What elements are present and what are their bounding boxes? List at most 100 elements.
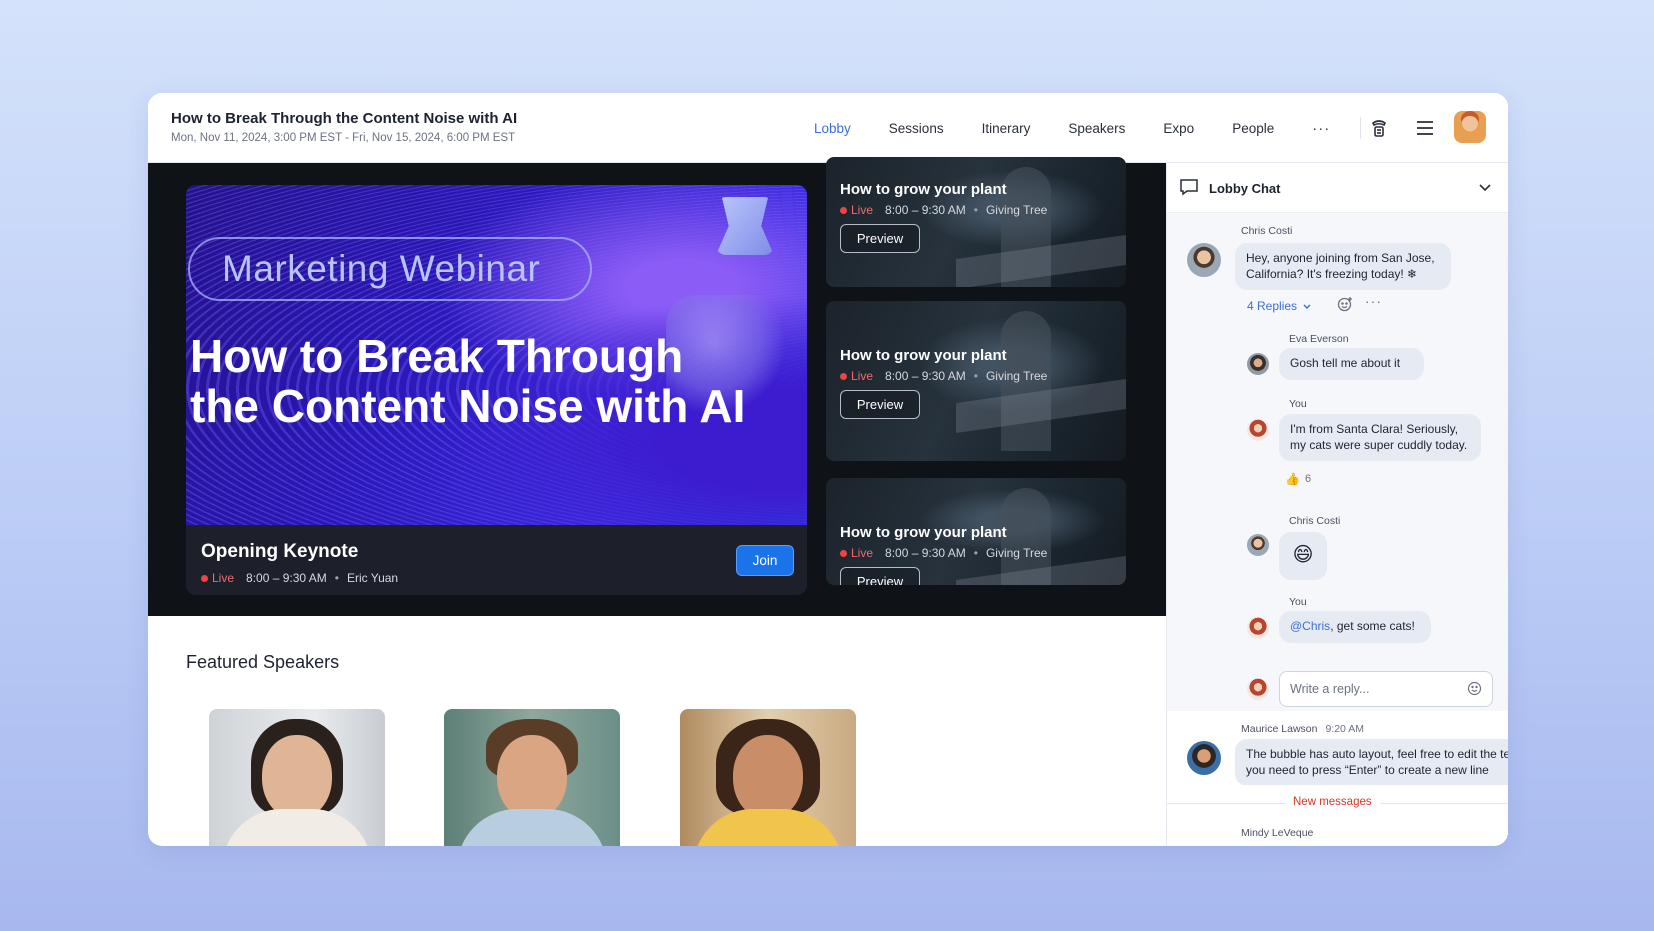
message-time: 9:20 AM [1325,723,1364,735]
session-title: How to grow your plant [840,181,1007,198]
nav-more-icon[interactable]: ··· [1312,120,1330,137]
preview-button[interactable]: Preview [840,390,920,419]
keynote-time: 8:00 – 9:30 AM [246,571,327,585]
author-name: Maurice Lawson [1241,723,1318,735]
message-author: Chris Costi [1289,515,1341,527]
live-indicator-icon [201,574,208,582]
new-messages-label[interactable]: New messages [1285,796,1380,808]
speaker-card[interactable] [444,709,620,846]
handset-icon[interactable] [1368,117,1390,139]
session-card[interactable]: How to grow your plant Live 8:00 – 9:30 … [826,157,1126,287]
message-author: Mindy LeVeque [1241,827,1314,839]
mention-link[interactable]: @Chris [1290,619,1330,633]
menu-icon[interactable] [1414,117,1436,139]
live-indicator-icon [840,206,847,214]
nav-people[interactable]: People [1232,121,1274,136]
lobby-chat-panel: Lobby Chat Chris Costi Hey, anyone joini… [1166,163,1508,846]
join-button[interactable]: Join [736,545,794,576]
chat-title: Lobby Chat [1209,181,1281,196]
preview-button[interactable]: Preview [840,567,920,585]
chevron-down-icon [1303,304,1311,309]
featured-speakers-title: Featured Speakers [186,652,340,672]
separator-dot: • [973,546,978,560]
session-time: 8:00 – 9:30 AM [885,369,966,383]
message-author: Eva Everson [1289,333,1349,345]
avatar[interactable] [1187,741,1221,775]
nav-expo[interactable]: Expo [1163,121,1194,136]
user-avatar[interactable] [1454,111,1486,143]
keynote-banner: Marketing Webinar How to Break Through t… [186,185,807,525]
main-nav: Lobby Sessions Itinerary Speakers Expo P… [814,93,1385,163]
session-card[interactable]: How to grow your plant Live 8:00 – 9:30 … [826,301,1126,461]
avatar[interactable] [1187,243,1221,277]
message-author: Maurice Lawson 9:20 AM [1241,723,1364,735]
nav-lobby[interactable]: Lobby [814,121,851,136]
chat-header: Lobby Chat [1167,163,1508,213]
session-meta: Live 8:00 – 9:30 AM • Giving Tree [840,203,1047,217]
avatar[interactable] [1247,419,1269,441]
message-author: You [1289,596,1307,608]
replies-label: 4 Replies [1247,299,1298,313]
hero-section: Marketing Webinar How to Break Through t… [148,157,1166,616]
live-label: Live [851,369,874,383]
banner-star-shape [716,197,774,255]
message-text: , get some cats! [1330,619,1415,633]
avatar[interactable] [1247,353,1269,375]
keynote-meta: Live 8:00 – 9:30 AM • Eric Yuan [201,571,398,585]
avatar[interactable] [1247,617,1269,639]
chevron-down-icon[interactable] [1477,179,1493,200]
reply-input[interactable] [1279,671,1493,707]
message-author: You [1289,398,1307,410]
avatar [1247,678,1269,700]
add-reaction-icon[interactable] [1337,296,1353,317]
session-meta: Live 8:00 – 9:30 AM • Giving Tree [840,546,1047,560]
separator-dot: • [973,203,978,217]
more-icon[interactable]: ··· [1365,293,1382,309]
separator-dot: • [334,571,339,585]
emoji-message-bubble: 😄 [1279,532,1327,580]
nav-sessions[interactable]: Sessions [889,121,944,136]
live-label: Live [851,203,874,217]
keynote-speaker: Eric Yuan [346,571,399,585]
session-host: Giving Tree [985,546,1048,560]
preview-button[interactable]: Preview [840,224,920,253]
live-label: Live [212,571,235,585]
session-title: How to grow your plant [840,524,1007,541]
speaker-photo-body [693,809,843,846]
session-title: How to grow your plant [840,347,1007,364]
avatar[interactable] [1247,534,1269,556]
keynote-card[interactable]: Marketing Webinar How to Break Through t… [186,185,807,595]
message-bubble: Hey, anyone joining from San Jose, Calif… [1235,243,1451,290]
reaction-count: 6 [1304,473,1312,485]
banner-tag: Marketing Webinar [188,237,592,301]
banner-headline: How to Break Through the Content Noise w… [190,330,746,432]
keynote-title: Opening Keynote [201,541,359,562]
keynote-info: Opening Keynote Live 8:00 – 9:30 AM • Er… [186,525,807,595]
session-meta: Live 8:00 – 9:30 AM • Giving Tree [840,369,1047,383]
speaker-photo-body [222,809,372,846]
live-label: Live [851,546,874,560]
speaker-photo-body [457,809,607,846]
event-dates: Mon, Nov 11, 2024, 3:00 PM EST - Fri, No… [171,132,516,144]
message-bubble: The bubble has auto layout, feel free to… [1235,739,1508,785]
session-host: Giving Tree [985,203,1048,217]
event-title: How to Break Through the Content Noise w… [171,110,518,127]
speaker-photo-face [733,735,803,819]
nav-speakers[interactable]: Speakers [1068,121,1125,136]
emoji-icon[interactable] [1467,681,1482,701]
reaction-thumbs-up[interactable]: 👍 6 [1285,472,1311,486]
speaker-card[interactable] [209,709,385,846]
replies-toggle[interactable]: 4 Replies [1247,299,1312,313]
message-bubble: Gosh tell me about it [1279,348,1424,380]
speaker-card[interactable] [680,709,856,846]
message-bubble-clip: The bubble has auto layout, feel free to… [1235,739,1508,785]
nav-itinerary[interactable]: Itinerary [982,121,1031,136]
top-header: How to Break Through the Content Noise w… [148,93,1508,163]
thumbs-up-icon: 👍 [1285,472,1300,486]
chat-bubble-icon [1179,178,1199,201]
message-bubble: @Chris, get some cats! [1279,611,1431,643]
session-card[interactable]: How to grow your plant Live 8:00 – 9:30 … [826,478,1126,585]
speaker-photo-face [497,735,567,819]
app-window: How to Break Through the Content Noise w… [148,93,1508,846]
session-time: 8:00 – 9:30 AM [885,546,966,560]
